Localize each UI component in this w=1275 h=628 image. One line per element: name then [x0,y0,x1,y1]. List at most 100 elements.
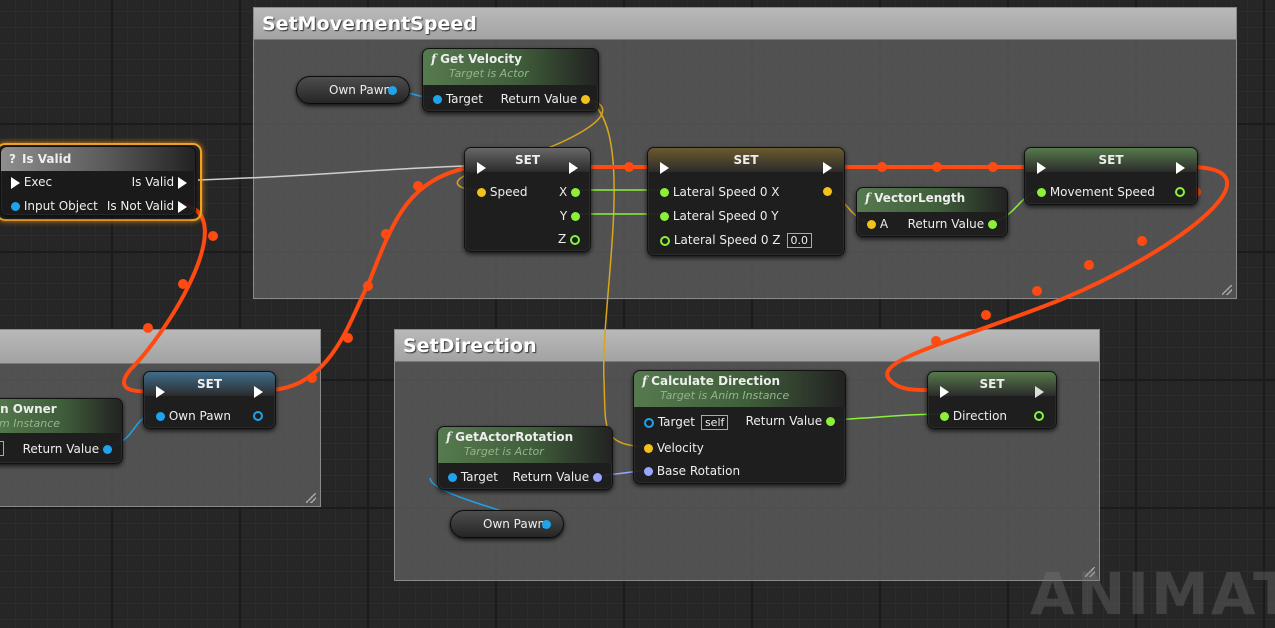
direction-pin[interactable]: Direction [940,409,1007,423]
pin-label: Target [657,415,695,429]
exec-setpawn-set [263,165,471,393]
pin-label: Lateral Speed 0 Z [673,233,781,247]
vector-out-pin[interactable] [823,187,832,196]
pin-label: Is Valid [131,175,175,189]
direction-out-pin[interactable] [1034,411,1044,421]
lateral-x-pin[interactable]: Lateral Speed 0 X [660,185,780,199]
z-pin[interactable]: Z [558,232,580,246]
pin-label: Return Value [500,92,578,106]
a-pin[interactable]: A [867,217,888,231]
object-pin-icon[interactable] [388,86,397,95]
target-pin[interactable]: Target self [644,415,729,430]
get-velocity-node[interactable]: f Get Velocity Target is Actor Target Ret… [422,48,599,112]
exec-out-pin[interactable] [823,162,832,174]
pin-label: Return Value [907,217,985,231]
return-value-pin[interactable]: Return Value [746,414,835,428]
own-pawn-variable-node[interactable]: Own Pawn [450,510,564,538]
speed-pin[interactable]: Speed [477,185,527,199]
vector-length-node[interactable]: f VectorLength A Return Value [856,187,1008,237]
function-icon: f [865,191,871,205]
exec-isnotvalid-setpawn [122,203,207,394]
variable-label: Own Pawn [329,83,392,97]
x-pin[interactable]: X [559,185,580,199]
exec-out-pin[interactable] [569,162,578,174]
pin-label: Own Pawn [168,409,231,423]
variable-label: Own Pawn [483,517,546,531]
pin-label: Exec [23,175,53,189]
pin-label: Return Value [745,414,823,428]
y-pin[interactable]: Y [560,209,580,223]
pin-label: Z [557,232,567,246]
self-input[interactable]: lf [0,441,4,456]
movement-speed-pin[interactable]: Movement Speed [1037,185,1155,199]
pin-label: A [879,217,889,231]
target-pin[interactable]: Target [448,470,498,484]
exec-in-pin[interactable] [1037,162,1046,174]
pin-label: Lateral Speed 0 X [672,185,780,199]
exec-in-pin[interactable] [156,386,165,398]
lateral-z-pin[interactable]: Lateral Speed 0 Z 0.0 [660,233,812,248]
own-pawn-variable-node[interactable]: Own Pawn [296,76,410,104]
node-title: SET [648,148,844,172]
wire-isvalid-to-set [197,165,465,181]
node-title: GetActorRotation [455,430,574,444]
return-value-pin[interactable]: Return Value [513,470,602,484]
exec-in-pin[interactable] [940,386,949,398]
pin-label: Base Rotation [656,464,741,478]
pin-label: Velocity [656,441,704,455]
pin-label: Movement Speed [1049,185,1155,199]
pin-label: Is Not Valid [106,199,175,213]
pin-label: Y [559,209,568,223]
set-movement-speed-node[interactable]: SET Movement Speed [1024,147,1198,205]
exec-input-pin[interactable]: Exec [11,175,52,189]
set-direction-node[interactable]: SET Direction [927,371,1057,429]
base-rotation-pin[interactable]: Base Rotation [644,464,740,478]
wire-calc-dir [828,413,944,421]
exec-out-pin[interactable] [1176,162,1185,174]
pin-label: Target [460,470,498,484]
node-subtitle: Target is Actor [449,67,529,80]
node-title: Calculate Direction [651,374,780,388]
own-pawn-out-pin[interactable] [253,411,263,421]
function-icon: f [431,52,437,66]
z-value-input[interactable]: 0.0 [786,233,812,248]
get-actor-rotation-node[interactable]: f GetActorRotation Target is Actor Target… [437,426,613,490]
return-value-pin[interactable]: Return Value [908,217,997,231]
is-not-valid-output-pin[interactable]: Is Not Valid [107,199,187,213]
exec-in-pin[interactable] [477,162,486,174]
node-subtitle: nim Instance [0,417,61,430]
set-speed-node[interactable]: SET Speed X Y Z [464,147,591,252]
node-title: VectorLength [874,191,966,205]
function-icon: f [642,374,648,388]
set-lateral-speed-node[interactable]: SET Lateral Speed 0 X Lateral Speed 0 Y … [647,147,845,256]
lateral-y-pin[interactable]: Lateral Speed 0 Y [660,209,779,223]
velocity-pin[interactable]: Velocity [644,441,704,455]
exec-in-pin[interactable] [660,162,669,174]
is-valid-output-pin[interactable]: Is Valid [132,175,187,189]
exec-out-pin[interactable] [1035,386,1044,398]
question-icon: ? [9,152,16,166]
object-pin-icon[interactable] [542,520,551,529]
set-own-pawn-node[interactable]: SET Own Pawn [143,371,276,429]
node-title: SET [1025,148,1197,172]
input-object-pin[interactable]: Input Object [11,199,98,213]
node-title: Is Valid [21,152,72,166]
function-icon: f [446,430,452,444]
is-valid-node[interactable]: ? Is Valid Exec Is Valid Input Object Is … [0,146,196,216]
node-title: wn Owner [0,402,57,416]
pin-label: Return Value [512,470,590,484]
target-pin[interactable]: Target [433,92,483,106]
pin-label: Lateral Speed 0 Y [672,209,779,223]
self-input[interactable]: self [700,415,729,430]
movement-speed-out-pin[interactable] [1175,187,1185,197]
pin-label: Input Object [23,199,98,213]
return-value-pin[interactable]: Return Value [501,92,590,106]
return-value-pin[interactable]: Return Value [23,442,112,456]
own-pawn-pin[interactable]: Own Pawn [156,409,231,423]
try-get-pawn-owner-node[interactable]: wn Owner nim Instance lf Return Value [0,398,123,464]
calculate-direction-node[interactable]: f Calculate Direction Target is Anim Inst… [633,370,846,484]
exec-out-pin[interactable] [254,386,263,398]
node-subtitle: Target is Actor [464,445,544,458]
node-subtitle: Target is Anim Instance [660,389,790,402]
wires-layer [105,89,1229,525]
